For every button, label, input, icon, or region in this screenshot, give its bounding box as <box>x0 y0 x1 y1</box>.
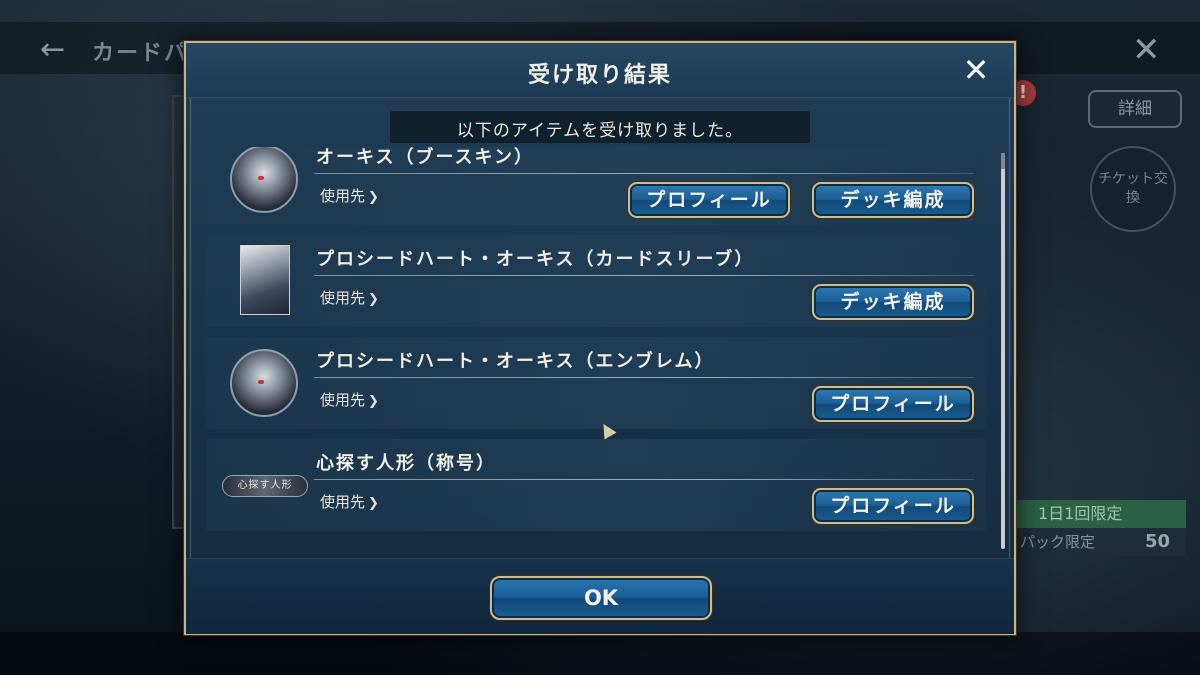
usage-link[interactable]: 使用先 ❯ <box>320 185 379 206</box>
pack-limit-label: パック限定 <box>1020 533 1096 551</box>
list-item: プロシードハート・オーキス（カードスリーブ） 使用先 ❯ デッキ編成 <box>206 235 986 327</box>
dialog-header: 受け取り結果 ✕ <box>186 43 1014 98</box>
background-bottom-nav <box>0 632 1200 675</box>
background-detail-button: 詳細 <box>1088 90 1182 128</box>
dialog-subtitle-bar: 以下のアイテムを受け取りました。 <box>390 111 810 143</box>
card-sleeve-thumbnail <box>240 245 290 315</box>
dialog-footer: OK <box>186 558 1014 634</box>
background-screen-title: カードパ <box>92 41 189 66</box>
chevron-right-icon: ❯ <box>368 394 379 409</box>
back-arrow-icon: ← <box>40 32 66 67</box>
scrollbar[interactable] <box>1001 153 1005 549</box>
item-name: プロシードハート・オーキス（エンブレム） <box>316 351 715 372</box>
divider <box>314 377 974 378</box>
divider <box>314 173 974 174</box>
chevron-right-icon: ❯ <box>368 292 379 307</box>
usage-label: 使用先 <box>320 289 366 307</box>
usage-label: 使用先 <box>320 391 366 409</box>
deck-edit-button[interactable]: デッキ編成 <box>812 182 974 218</box>
background-close-icon: ✕ <box>1132 30 1161 70</box>
dialog-title: 受け取り結果 <box>527 63 672 88</box>
background-ticket-exchange-button: チケット交換 <box>1090 146 1176 232</box>
divider <box>314 275 974 276</box>
usage-label: 使用先 <box>320 187 366 205</box>
list-item: 心探す人形 心探す人形（称号） 使用先 ❯ プロフィール <box>206 439 986 531</box>
usage-link[interactable]: 使用先 ❯ <box>320 491 379 512</box>
divider <box>314 479 974 480</box>
usage-link[interactable]: 使用先 ❯ <box>320 287 379 308</box>
profile-button[interactable]: プロフィール <box>812 488 974 524</box>
background-daily-limit-badge: 1日1回限定 <box>1016 500 1186 528</box>
usage-link[interactable]: 使用先 ❯ <box>320 389 379 410</box>
item-name: オーキス（ブースキン） <box>316 147 535 168</box>
title-plate-thumbnail: 心探す人形 <box>222 475 308 497</box>
profile-button[interactable]: プロフィール <box>812 386 974 422</box>
item-name: プロシードハート・オーキス（カードスリーブ） <box>316 249 755 270</box>
deck-edit-button[interactable]: デッキ編成 <box>812 284 974 320</box>
ok-button[interactable]: OK <box>490 576 712 620</box>
close-icon[interactable]: ✕ <box>956 52 996 88</box>
chevron-right-icon: ❯ <box>368 190 379 205</box>
received-items-list[interactable]: オーキス（ブースキン） 使用先 ❯ プロフィール デッキ編成 プロシードハート・オ… <box>206 147 986 563</box>
pack-count: 50 <box>1144 531 1170 552</box>
chevron-right-icon: ❯ <box>368 496 379 511</box>
receive-result-dialog: 受け取り結果 ✕ 以下のアイテムを受け取りました。 オーキス（ブースキン） 使用… <box>184 41 1016 635</box>
background-pack-limit-badge: パック限定 50 <box>1016 528 1186 556</box>
item-name: 心探す人形（称号） <box>316 453 496 474</box>
avatar-thumbnail <box>230 147 298 213</box>
emblem-thumbnail <box>230 349 298 417</box>
dialog-subtitle: 以下のアイテムを受け取りました。 <box>456 121 744 141</box>
list-item: オーキス（ブースキン） 使用先 ❯ プロフィール デッキ編成 <box>206 147 986 225</box>
usage-label: 使用先 <box>320 493 366 511</box>
scrollbar-thumb[interactable] <box>1001 153 1005 169</box>
profile-button[interactable]: プロフィール <box>628 182 790 218</box>
list-item: プロシードハート・オーキス（エンブレム） 使用先 ❯ プロフィール <box>206 337 986 429</box>
